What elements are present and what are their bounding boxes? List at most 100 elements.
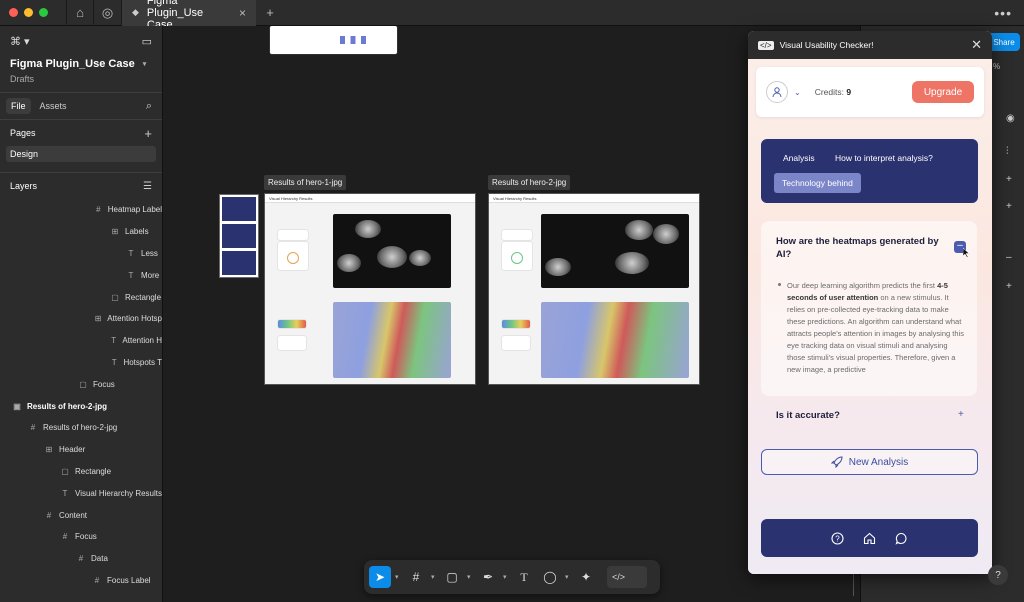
layer-row[interactable]: # Results of hero-2-jpg — [0, 417, 162, 439]
faq-item-accuracy[interactable]: Is it accurate? + — [761, 404, 977, 430]
actions-sparkle-icon[interactable]: ✦ — [575, 566, 597, 588]
layer-row[interactable]: T Less — [0, 243, 162, 265]
layer-row[interactable]: # Focus Label — [0, 570, 162, 592]
layer-row[interactable]: T Hotspots T — [0, 352, 162, 374]
layer-row[interactable]: # Heatmap Label — [0, 199, 162, 221]
tab-figma-file[interactable]: ◆ Figma Plugin_Use Case × — [122, 0, 256, 31]
heat-blob — [377, 246, 407, 268]
move-tool-icon[interactable]: ➤ — [369, 566, 391, 588]
close-icon[interactable]: ✕ — [971, 37, 982, 53]
figma-menu-icon[interactable]: ⌘ ▾ — [10, 35, 30, 48]
remove-icon[interactable]: – — [1006, 252, 1012, 263]
add-page-icon[interactable]: + — [144, 126, 152, 141]
new-analysis-button[interactable]: New Analysis — [761, 449, 978, 475]
chevron-down-icon[interactable]: ▾ — [565, 573, 571, 581]
layer-label: Rectangle — [125, 292, 162, 302]
close-window-button[interactable] — [9, 8, 18, 17]
add-icon[interactable]: + — [1006, 281, 1012, 292]
tab-assets[interactable]: Assets — [35, 98, 72, 114]
page-item-design[interactable]: Design — [6, 146, 156, 162]
layer-row[interactable]: T Attention H — [0, 330, 162, 352]
chevron-down-icon[interactable]: ▾ — [503, 573, 509, 581]
chevron-down-icon[interactable]: ▾ — [395, 573, 401, 581]
left-sidebar: ⌘ ▾ ▭ Figma Plugin_Use Case ▾ Drafts Fil… — [0, 26, 163, 602]
heat-blob — [615, 252, 649, 274]
layer-row[interactable]: ▢ Rectangle — [0, 286, 162, 308]
frame-thumbnail-column[interactable] — [219, 194, 259, 278]
maximize-window-button[interactable] — [39, 8, 48, 17]
search-icon[interactable]: ⌕ — [146, 100, 156, 113]
tab-close-icon[interactable]: × — [239, 6, 246, 20]
text-tool-icon[interactable]: T — [513, 566, 535, 588]
tab-file[interactable]: File — [6, 98, 31, 114]
frame-thumbnail-top[interactable] — [270, 26, 397, 54]
file-location[interactable]: Drafts — [0, 72, 162, 92]
layer-label: Attention H — [122, 336, 162, 346]
layer-row[interactable]: ▢ Focus — [0, 373, 162, 395]
chevron-down-icon[interactable]: ▾ — [431, 573, 437, 581]
rectangle-tool-icon[interactable]: ▢ — [441, 566, 463, 588]
home-icon[interactable]: ⌂ — [66, 0, 94, 26]
adjust-icon[interactable]: ⫶ — [1006, 146, 1009, 157]
credits-card: ⌄ Credits: 9 Upgrade — [756, 67, 984, 117]
layer-type-icon: # — [96, 205, 101, 215]
layer-row[interactable]: T Visual Hierarchy Results — [0, 482, 162, 504]
bullet — [778, 283, 781, 286]
layer-row[interactable]: ⊞ Attention Hotsp — [0, 308, 162, 330]
pen-tool-icon[interactable]: ✒ — [477, 566, 499, 588]
help-button[interactable]: ? — [988, 565, 1008, 585]
attention-hotspot-card — [278, 336, 306, 350]
faq-question[interactable]: How are the heatmaps generated by AI? — [776, 235, 946, 262]
add-icon[interactable]: + — [1006, 174, 1012, 185]
layer-row[interactable]: # Focus — [0, 526, 162, 548]
layer-row[interactable]: ⊞ Labels — [0, 221, 162, 243]
help-icon[interactable]: ? — [831, 531, 845, 545]
sidebar-toggle-icon[interactable]: ▭ — [142, 35, 152, 48]
chevron-down-icon[interactable]: ⌄ — [794, 88, 801, 97]
frame-tool-icon[interactable]: # — [405, 566, 427, 588]
result-card — [502, 230, 532, 240]
expand-icon[interactable]: + — [958, 409, 964, 420]
window-controls — [9, 8, 48, 17]
layer-type-icon: ⊞ — [45, 445, 53, 455]
layer-type-icon: ⊞ — [111, 227, 119, 237]
attention-heatmap-dark — [541, 214, 689, 288]
file-name[interactable]: Figma Plugin_Use Case ▾ — [0, 56, 162, 72]
layer-row[interactable]: T More — [0, 264, 162, 286]
upgrade-button[interactable]: Upgrade — [912, 81, 974, 103]
plugin-title: Visual Usability Checker! — [779, 40, 874, 50]
globe-icon[interactable]: ◎ — [94, 0, 122, 26]
tab-technology-behind[interactable]: Technology behind — [774, 173, 861, 193]
heatmap-legend — [278, 320, 306, 328]
tab-how-to-interpret[interactable]: How to interpret analysis? — [835, 153, 933, 163]
eye-icon[interactable]: ◉ — [1006, 113, 1015, 124]
layer-row[interactable]: # Data — [0, 548, 162, 570]
frame-label-hero-2[interactable]: Results of hero-2-jpg — [488, 175, 571, 190]
zoom-percent[interactable]: % — [993, 62, 1000, 71]
new-tab-button[interactable]: + — [256, 0, 284, 26]
chat-icon[interactable] — [895, 531, 909, 545]
tab-analysis[interactable]: Analysis — [783, 153, 815, 163]
frame-label-hero-1[interactable]: Results of hero-1-jpg — [264, 175, 347, 190]
user-avatar[interactable] — [766, 81, 788, 103]
layer-type-icon: T — [128, 248, 134, 258]
layer-row[interactable]: ▣ Results of hero-2-jpg — [0, 395, 162, 417]
home-icon[interactable] — [863, 531, 877, 545]
attention-heatmap-color — [541, 302, 689, 378]
dev-mode-toggle[interactable]: </> — [607, 566, 647, 588]
layer-label: Hotspots T — [123, 357, 162, 367]
comment-tool-icon[interactable]: ◯ — [539, 566, 561, 588]
add-icon[interactable]: + — [1006, 201, 1012, 212]
frame-hero-1[interactable]: Visual Hierarchy Results — [264, 193, 476, 385]
layer-row[interactable]: ⊞ Header — [0, 439, 162, 461]
frame-hero-2[interactable]: Visual Hierarchy Results — [488, 193, 700, 385]
more-menu-icon[interactable]: ••• — [994, 5, 1012, 21]
layer-row[interactable]: ▢ Rectangle — [0, 461, 162, 483]
layer-row[interactable]: # Content — [0, 504, 162, 526]
credits-label: Credits: — [814, 87, 844, 97]
layers-list-icon[interactable]: ☰ — [143, 181, 152, 192]
chevron-down-icon[interactable]: ▾ — [467, 573, 473, 581]
layer-label: Data — [91, 554, 108, 564]
share-button[interactable]: Share — [988, 33, 1020, 51]
minimize-window-button[interactable] — [24, 8, 33, 17]
